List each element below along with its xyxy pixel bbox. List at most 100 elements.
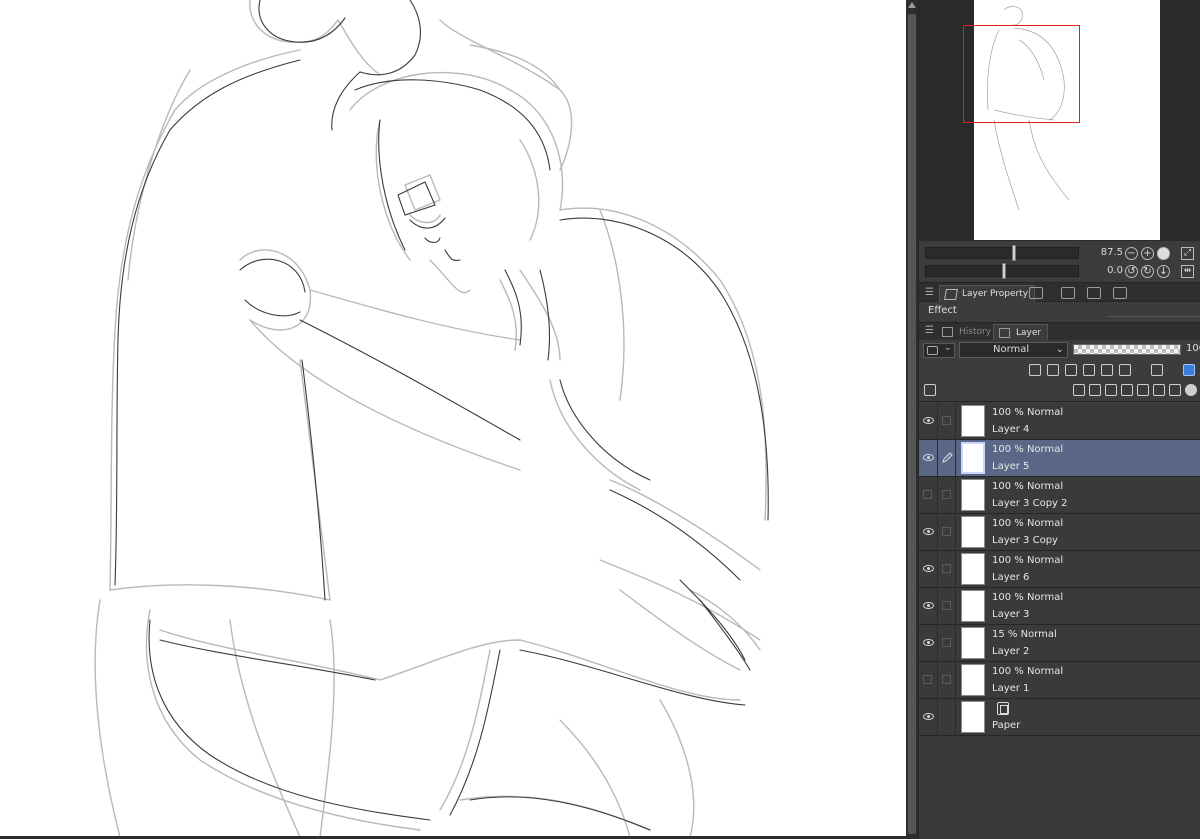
new-raster-layer-icon[interactable] (1073, 384, 1085, 396)
layer-row[interactable]: 15 % Normal Layer 2 (919, 625, 1200, 662)
lock-toggle[interactable] (938, 662, 956, 698)
lock-toggle[interactable] (938, 514, 956, 550)
lock-icon (942, 675, 951, 684)
layer-row[interactable]: 100 % Normal Layer 3 (919, 588, 1200, 625)
layer-row-paper[interactable]: Paper (919, 699, 1200, 736)
layer-row[interactable]: 100 % Normal Layer 4 (919, 403, 1200, 440)
lock-toggle[interactable] (938, 403, 956, 439)
visibility-toggle[interactable] (919, 440, 938, 476)
layer-icon (999, 328, 1010, 338)
layer-toolbar-bottom (919, 380, 1200, 402)
drawing-canvas[interactable] (0, 0, 906, 837)
zoom-slider-handle[interactable] (1012, 245, 1016, 261)
layer-row[interactable]: 100 % Normal Layer 3 Copy (919, 514, 1200, 551)
tab-sub-tool-icon[interactable] (1061, 287, 1075, 299)
new-folder-icon[interactable] (1105, 384, 1117, 396)
tab-history[interactable]: History (937, 324, 997, 341)
navigator-controls: 87.5 − + ⤢ 0.0 ↺ ↻ ↓ ⇹ (919, 240, 1200, 282)
apply-mask-icon[interactable] (1185, 384, 1197, 396)
lock-toggle[interactable] (938, 477, 956, 513)
navigator-preview[interactable] (919, 0, 1200, 240)
zoom-in-icon[interactable]: + (1141, 247, 1154, 260)
layer-color-button[interactable]: ⌄ (923, 343, 955, 358)
tab-layer[interactable]: Layer (993, 324, 1049, 341)
fit-view-icon[interactable] (1157, 247, 1170, 260)
rotate-slider-handle[interactable] (1002, 263, 1006, 279)
transfer-to-lower-layer-icon[interactable] (1121, 384, 1133, 396)
scrollbar-thumb[interactable] (908, 14, 916, 834)
lock-transparent-icon[interactable] (1101, 364, 1113, 376)
reference-layer-icon[interactable] (1047, 364, 1059, 376)
rotate-right-icon[interactable]: ↻ (1141, 265, 1154, 278)
flip-horizontal-icon[interactable]: ⇹ (1181, 265, 1194, 278)
blend-mode-select[interactable]: Normal ⌄ (959, 342, 1068, 358)
lock-icon (942, 564, 951, 573)
lock-toggle[interactable] (938, 625, 956, 661)
visibility-toggle[interactable] (919, 403, 938, 439)
layer-name: Layer 1 (992, 683, 1030, 694)
reset-rotation-icon[interactable]: ↓ (1157, 265, 1170, 278)
layer-row[interactable]: 100 % Normal Layer 1 (919, 662, 1200, 699)
new-vector-layer-icon[interactable] (1089, 384, 1101, 396)
pen-icon (942, 452, 953, 463)
fit-to-navigator-icon[interactable]: ⤢ (1181, 247, 1194, 260)
eye-icon (923, 417, 934, 424)
visibility-toggle[interactable] (919, 514, 938, 550)
layer-name: Layer 3 Copy 2 (992, 498, 1068, 509)
delete-layer-icon[interactable] (1153, 384, 1165, 396)
layer-thumbnail (961, 479, 985, 511)
tab-image-icon[interactable] (1113, 287, 1127, 299)
layer-mode: 100 % Normal (992, 518, 1064, 529)
menu-icon[interactable]: ☰ (925, 325, 934, 336)
layer-mode: 100 % Normal (992, 592, 1064, 603)
opacity-slider[interactable] (1073, 344, 1181, 355)
visibility-toggle[interactable] (919, 551, 938, 587)
layer-color-swatch-icon[interactable] (1183, 364, 1195, 376)
layer-mode: 100 % Normal (992, 555, 1064, 566)
visibility-toggle[interactable] (919, 588, 938, 624)
layer-row[interactable]: 100 % Normal Layer 5 (919, 440, 1200, 477)
layer-thumbnail (961, 442, 985, 474)
layer-list: 100 % Normal Layer 4 100 % Normal Layer … (919, 403, 1200, 839)
zoom-slider[interactable] (925, 245, 1079, 261)
navigator-view-frame[interactable] (963, 25, 1080, 123)
palette-color-icon[interactable] (1151, 364, 1163, 376)
hidden-box-icon (923, 490, 932, 499)
opacity-value: 100 (1186, 343, 1200, 354)
visibility-toggle[interactable] (919, 477, 938, 513)
mask-icon[interactable] (1119, 364, 1131, 376)
zoom-out-icon[interactable]: − (1125, 247, 1138, 260)
tab-layer-property[interactable]: Layer Property (939, 285, 1036, 303)
visibility-toggle[interactable] (919, 625, 938, 661)
vertical-scrollbar[interactable] (906, 0, 918, 839)
layer-mode: 15 % Normal (992, 629, 1057, 640)
lock-layer-icon[interactable] (1083, 364, 1095, 376)
rotate-slider[interactable] (925, 263, 1079, 279)
menu-icon[interactable]: ☰ (925, 287, 934, 298)
sketch-artwork (94, 0, 769, 837)
layer-name: Layer 5 (992, 461, 1030, 472)
layer-row[interactable]: 100 % Normal Layer 6 (919, 551, 1200, 588)
tab-tool-property-icon[interactable] (1029, 287, 1043, 299)
lock-toggle[interactable] (938, 551, 956, 587)
layer-row[interactable]: 100 % Normal Layer 3 Copy 2 (919, 477, 1200, 514)
draft-layer-icon[interactable] (1065, 364, 1077, 376)
visibility-toggle[interactable] (919, 662, 938, 698)
rotate-value: 0.0 (1107, 265, 1123, 276)
add-mask-icon[interactable] (1169, 384, 1181, 396)
layer-list-view-icon[interactable] (924, 384, 936, 396)
rotate-left-icon[interactable]: ↺ (1125, 265, 1138, 278)
edit-target-toggle[interactable] (938, 440, 956, 476)
clip-studio-window: 87.5 − + ⤢ 0.0 ↺ ↻ ↓ ⇹ ☰ Layer Property (0, 0, 1200, 839)
canvas-area (0, 0, 918, 839)
combine-layer-icon[interactable] (1137, 384, 1149, 396)
lock-toggle[interactable] (938, 588, 956, 624)
layer-name: Layer 2 (992, 646, 1030, 657)
clip-to-layer-below-icon[interactable] (1029, 364, 1041, 376)
layer-name: Paper (992, 720, 1021, 731)
layer-color-icon (927, 346, 938, 355)
tab-material-icon[interactable] (1087, 287, 1101, 299)
scroll-up-icon[interactable] (908, 2, 916, 8)
visibility-toggle[interactable] (919, 699, 938, 735)
layer-mode: 100 % Normal (992, 444, 1064, 455)
